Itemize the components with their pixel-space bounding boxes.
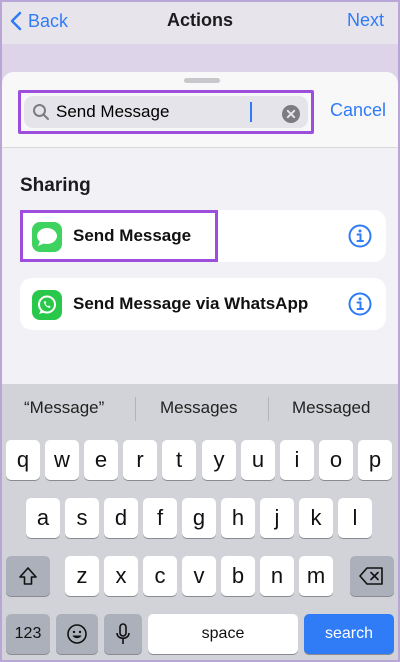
actions-sheet: Cancel Sharing Send Message Send Message… [2,72,398,392]
key-x[interactable]: x [104,556,138,596]
search-key[interactable]: search [304,614,394,654]
microphone-icon [116,623,130,644]
key-r[interactable]: r [123,440,157,480]
emoji-icon [67,624,87,644]
key-e[interactable]: e [84,440,118,480]
info-icon[interactable] [348,292,372,316]
key-a[interactable]: a [26,498,60,538]
backspace-icon [359,567,383,585]
key-g[interactable]: g [182,498,216,538]
delete-key[interactable] [350,556,394,596]
key-i[interactable]: i [280,440,314,480]
key-j[interactable]: j [260,498,294,538]
action-label: Send Message via WhatsApp [73,294,309,313]
action-label: Send Message [73,226,192,245]
key-c[interactable]: c [143,556,177,596]
search-input[interactable] [56,102,256,122]
whatsapp-icon [32,290,62,320]
action-send-message[interactable]: Send Message [20,210,386,262]
key-p[interactable]: p [358,440,392,480]
key-v[interactable]: v [182,556,216,596]
key-f[interactable]: f [143,498,177,538]
key-m[interactable]: m [299,556,333,596]
key-d[interactable]: d [104,498,138,538]
key-u[interactable]: u [241,440,275,480]
shift-icon [19,567,37,585]
search-icon [33,104,49,120]
cancel-button[interactable]: Cancel [330,100,386,121]
top-navigation-bar: Back Actions Next [0,0,400,44]
text-caret [250,102,252,122]
numbers-key[interactable]: 123 [6,614,50,654]
action-send-message-via-whatsapp[interactable]: Send Message via WhatsApp [20,278,386,330]
section-title: Sharing [20,175,91,196]
space-key[interactable]: space [148,614,298,654]
key-t[interactable]: t [162,440,196,480]
next-button[interactable]: Next [347,10,384,31]
key-y[interactable]: y [202,440,236,480]
key-k[interactable]: k [299,498,333,538]
keyboard: “Message” Messages Messaged q w e r t y … [2,384,398,660]
suggestion-bar: “Message” Messages Messaged [2,384,398,430]
suggestion-divider [135,397,136,421]
key-q[interactable]: q [6,440,40,480]
suggestion-item[interactable]: Messages [160,398,237,418]
emoji-key[interactable] [56,614,98,654]
suggestion-item[interactable]: “Message” [24,398,104,418]
key-s[interactable]: s [65,498,99,538]
key-l[interactable]: l [338,498,372,538]
suggestion-item[interactable]: Messaged [292,398,370,418]
suggestion-divider [268,397,269,421]
search-highlight-box [18,90,314,134]
clear-icon[interactable] [282,105,300,123]
page-title: Actions [166,10,233,30]
messages-icon [32,222,62,252]
key-n[interactable]: n [260,556,294,596]
info-icon[interactable] [348,224,372,248]
search-header: Cancel [2,72,398,148]
sheet-grabber[interactable] [184,78,220,83]
key-w[interactable]: w [45,440,79,480]
dictation-key[interactable] [104,614,142,654]
search-field[interactable] [24,96,308,128]
key-z[interactable]: z [65,556,99,596]
shift-key[interactable] [6,556,50,596]
key-o[interactable]: o [319,440,353,480]
key-h[interactable]: h [221,498,255,538]
key-b[interactable]: b [221,556,255,596]
